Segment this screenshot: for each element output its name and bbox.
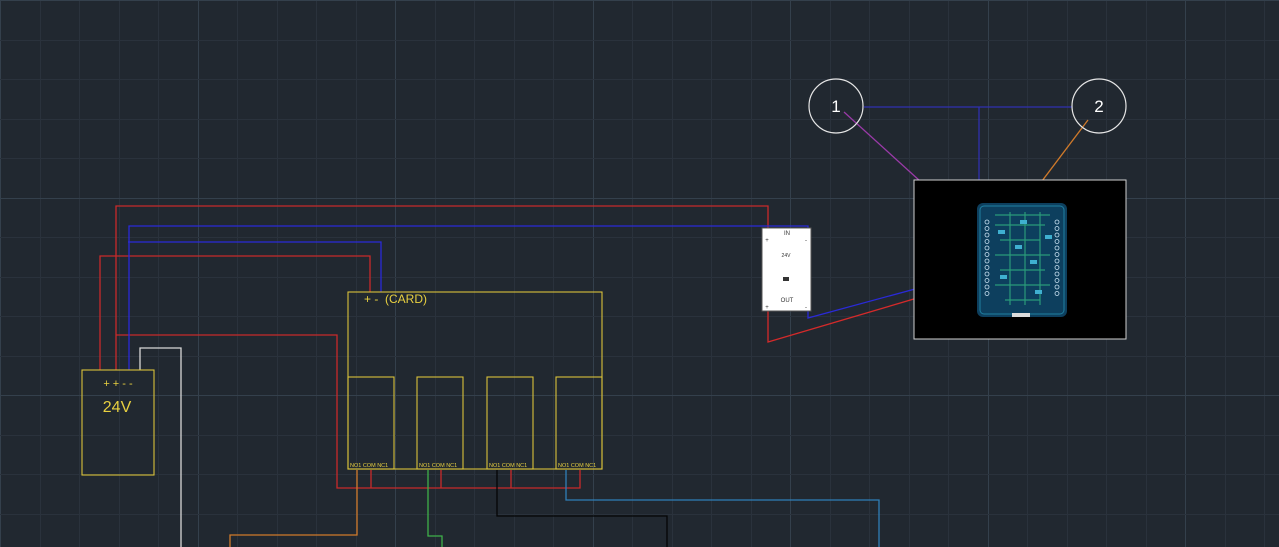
converter-minus-out: - [805,305,807,311]
converter-plus-in: + [765,238,769,244]
wire-black[interactable] [496,470,668,547]
callout-2-label: 2 [1094,97,1103,116]
relay-module[interactable]: NO1 COM NC1 [416,376,464,470]
callout-1-label: 1 [831,97,840,116]
converter-indicator-icon [783,277,789,281]
relay-module-box [347,376,395,470]
relay-pin-labels: NO1 COM NC1 [350,463,388,469]
converter-plus-out: + [765,305,769,311]
power-supply-24v[interactable]: + + - - 24V [81,369,155,476]
callout-2[interactable]: 2 [1071,78,1127,134]
relay-module-box [416,376,464,470]
relay-module[interactable]: NO1 COM NC1 [347,376,395,470]
relay-module[interactable]: NO1 COM NC1 [486,376,534,470]
power-supply-terminals: + + - - [103,378,133,390]
relay-module-box [555,376,603,470]
wire-orange[interactable] [229,470,358,547]
drawing-canvas[interactable]: + + - - 24V + - (CARD) NO1 COM NC1 NO1 CO… [0,0,1279,547]
converter-minus-in: - [805,238,807,244]
relay-module-box [486,376,534,470]
pcb-board-icon [977,203,1067,317]
converter-in-label: IN [784,231,790,237]
wire-blue-top[interactable] [128,225,809,370]
voltage-converter[interactable]: IN + - 24V OUT + - [761,227,812,312]
relay-pin-labels: NO1 COM NC1 [558,463,596,469]
pcb-board-image[interactable] [913,179,1127,340]
wire-white[interactable] [139,347,182,547]
relay-module[interactable]: NO1 COM NC1 [555,376,603,470]
callout-1[interactable]: 1 [808,78,864,134]
power-supply-label: 24V [103,399,132,416]
relay-card-header: + - (CARD) [364,292,427,306]
wire-red-top[interactable] [115,205,769,370]
wire-teal[interactable] [565,470,880,547]
converter-out-label: OUT [781,298,794,304]
relay-pin-labels: NO1 COM NC1 [489,463,527,469]
wire-blue-card-minus[interactable] [128,241,382,292]
converter-voltage-label: 24V [782,253,792,259]
relay-pin-labels: NO1 COM NC1 [419,463,457,469]
